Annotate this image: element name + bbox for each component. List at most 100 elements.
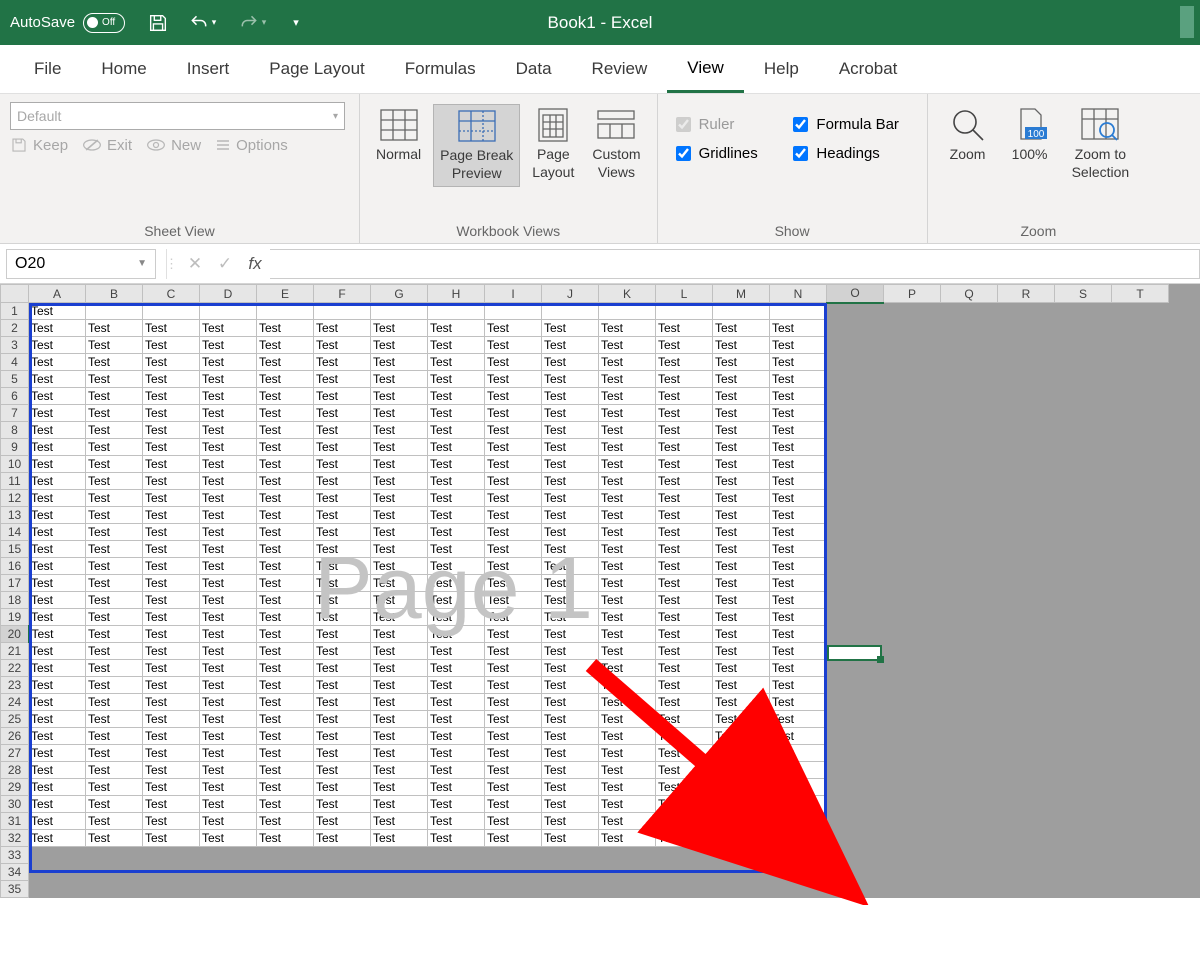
row-head-9[interactable]: 9 xyxy=(1,439,29,456)
cell-O27[interactable] xyxy=(827,745,884,762)
cell-O33[interactable] xyxy=(827,847,884,864)
cell-G27[interactable]: Test xyxy=(371,745,428,762)
cell-F15[interactable]: Test xyxy=(314,541,371,558)
cell-H10[interactable]: Test xyxy=(428,456,485,473)
cell-R14[interactable] xyxy=(998,524,1055,541)
cell-S26[interactable] xyxy=(1055,728,1112,745)
cell-H15[interactable]: Test xyxy=(428,541,485,558)
cell-B14[interactable]: Test xyxy=(86,524,143,541)
zoom-to-selection-button[interactable]: Zoom to Selection xyxy=(1066,104,1136,185)
cell-E22[interactable]: Test xyxy=(257,660,314,677)
cell-I32[interactable]: Test xyxy=(485,830,542,847)
cell-A19[interactable]: Test xyxy=(29,609,86,626)
cell-D30[interactable]: Test xyxy=(200,796,257,813)
cell-D18[interactable]: Test xyxy=(200,592,257,609)
cell-C23[interactable]: Test xyxy=(143,677,200,694)
autosave-toggle[interactable]: Off xyxy=(83,13,125,33)
cell-G9[interactable]: Test xyxy=(371,439,428,456)
cell-F5[interactable]: Test xyxy=(314,371,371,388)
cell-J28[interactable]: Test xyxy=(542,762,599,779)
cell-I23[interactable]: Test xyxy=(485,677,542,694)
cell-P24[interactable] xyxy=(884,694,941,711)
cell-Q29[interactable] xyxy=(941,779,998,796)
cell-E28[interactable]: Test xyxy=(257,762,314,779)
cell-L14[interactable]: Test xyxy=(656,524,713,541)
cell-M19[interactable]: Test xyxy=(713,609,770,626)
cell-D28[interactable]: Test xyxy=(200,762,257,779)
cell-G15[interactable]: Test xyxy=(371,541,428,558)
cell-N10[interactable]: Test xyxy=(770,456,827,473)
cell-O5[interactable] xyxy=(827,371,884,388)
cell-L23[interactable]: Test xyxy=(656,677,713,694)
cell-P29[interactable] xyxy=(884,779,941,796)
cell-Q20[interactable] xyxy=(941,626,998,643)
cell-M10[interactable]: Test xyxy=(713,456,770,473)
cell-K33[interactable] xyxy=(599,847,656,864)
cell-C35[interactable] xyxy=(143,881,200,898)
cell-K27[interactable]: Test xyxy=(599,745,656,762)
cell-R4[interactable] xyxy=(998,354,1055,371)
cell-D20[interactable]: Test xyxy=(200,626,257,643)
cell-A32[interactable]: Test xyxy=(29,830,86,847)
row-head-25[interactable]: 25 xyxy=(1,711,29,728)
cell-R13[interactable] xyxy=(998,507,1055,524)
cell-R20[interactable] xyxy=(998,626,1055,643)
cell-Q24[interactable] xyxy=(941,694,998,711)
cell-I31[interactable]: Test xyxy=(485,813,542,830)
cell-L10[interactable]: Test xyxy=(656,456,713,473)
sheet-view-dropdown[interactable]: Default ▾ xyxy=(10,102,345,130)
cell-K2[interactable]: Test xyxy=(599,320,656,337)
cell-K19[interactable]: Test xyxy=(599,609,656,626)
row-head-27[interactable]: 27 xyxy=(1,745,29,762)
cell-S28[interactable] xyxy=(1055,762,1112,779)
cell-D7[interactable]: Test xyxy=(200,405,257,422)
cell-D32[interactable]: Test xyxy=(200,830,257,847)
cell-F35[interactable] xyxy=(314,881,371,898)
cell-M35[interactable] xyxy=(713,881,770,898)
cell-J26[interactable]: Test xyxy=(542,728,599,745)
cell-B6[interactable]: Test xyxy=(86,388,143,405)
cell-B8[interactable]: Test xyxy=(86,422,143,439)
cell-E27[interactable]: Test xyxy=(257,745,314,762)
cell-A13[interactable]: Test xyxy=(29,507,86,524)
cell-T6[interactable] xyxy=(1112,388,1169,405)
cell-J34[interactable] xyxy=(542,864,599,881)
cell-Q21[interactable] xyxy=(941,643,998,660)
cell-Q22[interactable] xyxy=(941,660,998,677)
cell-B15[interactable]: Test xyxy=(86,541,143,558)
cell-Q17[interactable] xyxy=(941,575,998,592)
cell-L12[interactable]: Test xyxy=(656,490,713,507)
cell-F13[interactable]: Test xyxy=(314,507,371,524)
cell-T2[interactable] xyxy=(1112,320,1169,337)
cell-I1[interactable] xyxy=(485,303,542,320)
cell-K7[interactable]: Test xyxy=(599,405,656,422)
undo-icon[interactable]: ▾ xyxy=(185,12,219,34)
cell-L1[interactable] xyxy=(656,303,713,320)
cell-H4[interactable]: Test xyxy=(428,354,485,371)
cell-C20[interactable]: Test xyxy=(143,626,200,643)
cell-I28[interactable]: Test xyxy=(485,762,542,779)
cell-L20[interactable]: Test xyxy=(656,626,713,643)
cell-H26[interactable]: Test xyxy=(428,728,485,745)
cell-C29[interactable]: Test xyxy=(143,779,200,796)
cell-E24[interactable]: Test xyxy=(257,694,314,711)
row-head-16[interactable]: 16 xyxy=(1,558,29,575)
cell-C27[interactable]: Test xyxy=(143,745,200,762)
cell-B18[interactable]: Test xyxy=(86,592,143,609)
cell-B21[interactable]: Test xyxy=(86,643,143,660)
cell-P30[interactable] xyxy=(884,796,941,813)
cell-L8[interactable]: Test xyxy=(656,422,713,439)
cell-J7[interactable]: Test xyxy=(542,405,599,422)
cell-L26[interactable]: Test xyxy=(656,728,713,745)
row-head-11[interactable]: 11 xyxy=(1,473,29,490)
cell-G24[interactable]: Test xyxy=(371,694,428,711)
col-head-H[interactable]: H xyxy=(428,285,485,303)
cell-S32[interactable] xyxy=(1055,830,1112,847)
cell-C19[interactable]: Test xyxy=(143,609,200,626)
cell-R22[interactable] xyxy=(998,660,1055,677)
cell-C24[interactable]: Test xyxy=(143,694,200,711)
cell-H18[interactable]: Test xyxy=(428,592,485,609)
cell-J13[interactable]: Test xyxy=(542,507,599,524)
cell-G29[interactable]: Test xyxy=(371,779,428,796)
cell-R32[interactable] xyxy=(998,830,1055,847)
